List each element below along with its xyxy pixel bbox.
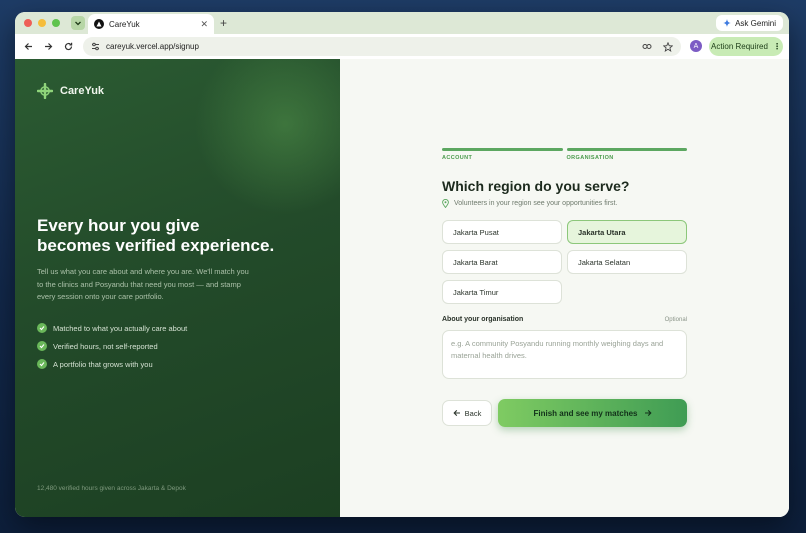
hero-headline: Every hour you give becomes verified exp… [37,216,327,256]
browser-toolbar: careyuk.vercel.app/signup A Action Requi… [15,34,789,59]
site-settings-icon[interactable] [91,42,100,51]
step-account: ACCOUNT [442,148,563,161]
feature-item: Matched to what you actually care about [37,319,187,337]
site-favicon-icon [94,19,104,29]
action-required-button[interactable]: Action Required ⋮ [709,37,783,56]
careyuk-logo-icon [37,83,53,99]
arrow-right-icon [644,410,652,416]
ask-gemini-button[interactable]: Ask Gemini [716,15,783,31]
step-bar [442,148,563,151]
maximize-window-button[interactable] [52,19,60,27]
feature-label: Verified hours, not self-reported [53,341,158,351]
optional-label: Optional [664,317,687,323]
url-text: careyuk.vercel.app/signup [106,42,199,51]
signup-form-panel: ACCOUNT ORGANISATION Which region do you… [340,59,789,517]
brand-name: CareYuk [60,85,105,97]
browser-window: CareYuk ✕ + Ask Gemini careyuk.vercel.ap… [15,12,789,517]
profile-avatar[interactable]: A [690,40,702,52]
finish-button[interactable]: Finish and see my matches [498,399,687,427]
back-label: Back [464,408,482,418]
reload-button[interactable] [58,37,78,57]
about-label: About your organisation [442,316,524,323]
forward-nav-button[interactable] [38,37,58,57]
about-organisation-input[interactable] [442,330,687,379]
back-button[interactable]: Back [442,400,492,426]
gemini-sparkle-icon [723,19,732,27]
step-organisation: ORGANISATION [566,148,687,161]
bookmark-star-icon[interactable] [663,41,673,52]
map-pin-icon [442,199,449,208]
action-required-label: Action Required [711,42,768,51]
finish-label: Finish and see my matches [533,408,638,418]
feature-label: A portfolio that grows with you [53,359,153,369]
marketing-panel: CareYuk Every hour you give becomes veri… [15,59,340,517]
question-title: Which region do you serve? [442,178,630,194]
region-option-jakarta-timur[interactable]: Jakarta Timur [442,280,562,304]
region-option-jakarta-barat[interactable]: Jakarta Barat [442,250,562,274]
check-icon [37,323,47,333]
ask-gemini-label: Ask Gemini [735,18,776,28]
feature-item: Verified hours, not self-reported [37,337,187,355]
feature-label: Matched to what you actually care about [53,323,188,333]
feature-item: A portfolio that grows with you [37,355,187,373]
region-label: Jakarta Barat [453,257,498,267]
tab-close-icon[interactable]: ✕ [200,19,208,30]
check-icon [37,341,47,351]
window-controls [24,19,60,27]
address-bar[interactable]: careyuk.vercel.app/signup [83,37,681,56]
about-field-header: About your organisation Optional [442,316,687,323]
browser-tab[interactable]: CareYuk ✕ [88,14,214,34]
headline-line-1: Every hour you give [37,216,200,235]
step-progress: ACCOUNT ORGANISATION [442,148,687,161]
region-option-jakarta-selatan[interactable]: Jakarta Selatan [567,250,687,274]
region-label: Jakarta Selatan [578,257,631,267]
feature-list: Matched to what you actually care about … [37,319,187,373]
tab-title: CareYuk [109,19,140,29]
region-label: Jakarta Pusat [453,227,499,237]
password-key-icon[interactable] [642,42,653,51]
region-label: Jakarta Utara [578,227,626,237]
arrow-left-icon [24,43,32,50]
arrow-right-icon [44,43,52,50]
close-window-button[interactable] [24,19,32,27]
step-label: ACCOUNT [442,155,473,161]
chevron-down-icon [75,21,81,26]
step-bar [566,148,687,151]
check-icon [37,359,47,369]
back-nav-button[interactable] [18,37,38,57]
brand-logo[interactable]: CareYuk [37,83,104,99]
tab-strip: CareYuk ✕ + Ask Gemini [15,12,789,34]
reload-icon [64,42,72,51]
step-label: ORGANISATION [566,155,614,161]
question-subtitle: Volunteers in your region see your oppor… [442,199,617,208]
arrow-left-icon [453,410,460,416]
new-tab-button[interactable]: + [220,16,227,30]
region-label: Jakarta Timur [453,287,499,297]
headline-line-2: becomes verified experience. [37,236,275,255]
hero-intro: Tell us what you care about and where yo… [37,267,249,301]
subtitle-text: Volunteers in your region see your oppor… [454,200,618,207]
verified-hours-note: 12,480 verified hours given across Jakar… [37,485,186,492]
minimize-window-button[interactable] [38,19,46,27]
tab-search-button[interactable] [71,16,85,30]
region-option-jakarta-pusat[interactable]: Jakarta Pusat [442,220,562,244]
region-option-jakarta-utara[interactable]: Jakarta Utara [567,220,687,244]
address-bar-actions [642,41,673,52]
more-vertical-icon: ⋮ [772,42,781,51]
